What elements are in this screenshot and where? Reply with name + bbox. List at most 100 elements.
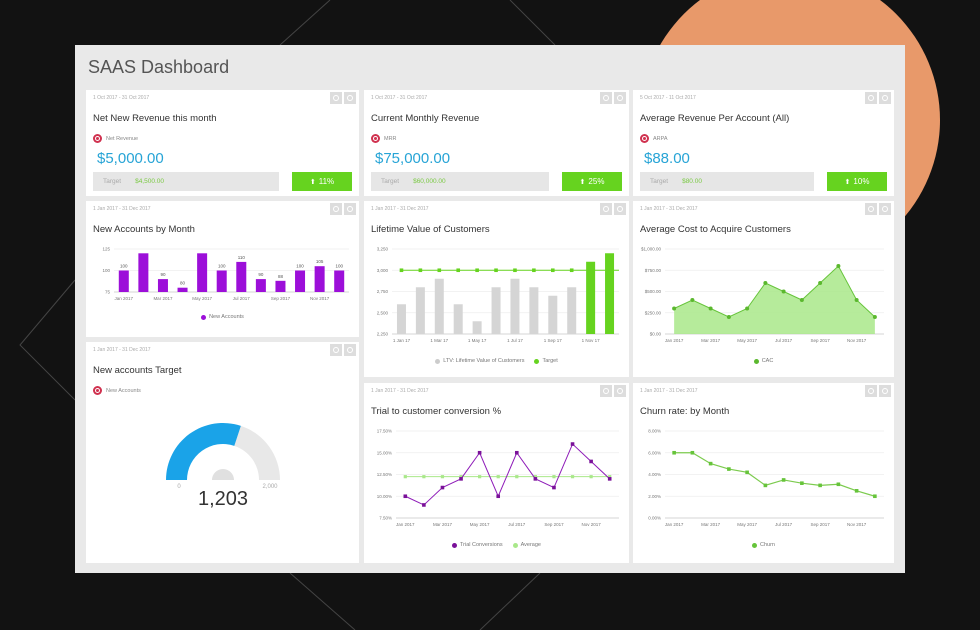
- target-point[interactable]: [513, 268, 517, 273]
- data-point[interactable]: [459, 477, 463, 481]
- gauge-needle-hub: [212, 469, 234, 480]
- bar[interactable]: [295, 270, 306, 293]
- data-point[interactable]: [745, 470, 749, 475]
- bar[interactable]: [567, 287, 577, 334]
- legend-item[interactable]: New Accounts: [201, 314, 244, 320]
- data-point[interactable]: [745, 306, 750, 311]
- average-point[interactable]: [403, 475, 407, 479]
- target-point[interactable]: [475, 268, 479, 273]
- data-point[interactable]: [781, 478, 786, 482]
- data-point[interactable]: [873, 494, 877, 499]
- bar[interactable]: [236, 261, 247, 292]
- bar[interactable]: [255, 279, 266, 292]
- target-point[interactable]: [569, 268, 574, 273]
- data-point[interactable]: [763, 483, 768, 488]
- target-point[interactable]: [418, 268, 423, 273]
- data-point[interactable]: [422, 503, 426, 507]
- x-tick-label: Nov 2017: [847, 522, 867, 527]
- data-point[interactable]: [836, 482, 841, 487]
- bar[interactable]: [396, 304, 406, 334]
- bar[interactable]: [548, 295, 558, 334]
- legend-item[interactable]: Trial Conversions: [452, 542, 503, 548]
- target-point[interactable]: [550, 268, 555, 273]
- settings-button[interactable]: [879, 92, 891, 104]
- chart-card-new-accounts: 1 Jan 2017 - 31 Dec 2017 New Accounts by …: [86, 201, 359, 337]
- bar[interactable]: [197, 253, 208, 292]
- bar[interactable]: [157, 279, 168, 292]
- data-point[interactable]: [514, 450, 519, 455]
- data-point[interactable]: [607, 477, 612, 481]
- info-button[interactable]: [865, 92, 877, 104]
- bar[interactable]: [275, 280, 286, 292]
- data-point[interactable]: [690, 298, 695, 302]
- data-point[interactable]: [403, 494, 408, 499]
- average-point[interactable]: [496, 475, 500, 479]
- settings-button[interactable]: [344, 92, 356, 104]
- data-point[interactable]: [763, 281, 768, 285]
- legend-item[interactable]: CAC: [753, 358, 774, 364]
- data-point[interactable]: [727, 467, 731, 471]
- data-point[interactable]: [690, 450, 695, 455]
- data-point[interactable]: [477, 450, 482, 455]
- data-point[interactable]: [781, 289, 786, 294]
- x-tick-label: Nov 2017: [847, 338, 867, 343]
- average-point[interactable]: [570, 475, 575, 479]
- bar[interactable]: [177, 287, 188, 292]
- data-point[interactable]: [872, 315, 877, 319]
- data-point[interactable]: [800, 481, 804, 485]
- bar[interactable]: [472, 321, 482, 334]
- info-button[interactable]: [330, 92, 342, 104]
- info-button[interactable]: [600, 92, 612, 104]
- average-point[interactable]: [440, 475, 445, 479]
- legend-item[interactable]: LTV: Lifetime Value of Customers: [435, 358, 524, 364]
- data-label: 100: [120, 264, 128, 269]
- target-label: Target: [103, 178, 122, 185]
- data-point[interactable]: [533, 477, 538, 481]
- data-point[interactable]: [440, 485, 445, 490]
- target-point[interactable]: [437, 268, 442, 273]
- data-point[interactable]: [799, 298, 804, 302]
- legend-item[interactable]: Target: [534, 358, 558, 364]
- bar[interactable]: [118, 270, 129, 293]
- bar[interactable]: [138, 253, 149, 292]
- bar[interactable]: [415, 287, 425, 334]
- data-point[interactable]: [726, 315, 731, 319]
- average-point[interactable]: [422, 475, 426, 479]
- legend-item[interactable]: Average: [512, 542, 541, 548]
- data-point[interactable]: [818, 483, 822, 488]
- data-point[interactable]: [496, 494, 501, 499]
- target-point[interactable]: [532, 268, 536, 273]
- bar[interactable]: [605, 253, 615, 334]
- target-point[interactable]: [456, 268, 461, 273]
- data-point[interactable]: [672, 450, 676, 455]
- data-point[interactable]: [708, 306, 713, 311]
- data-point[interactable]: [836, 264, 841, 268]
- average-point[interactable]: [515, 475, 519, 479]
- data-point[interactable]: [672, 306, 677, 311]
- average-point[interactable]: [589, 475, 593, 479]
- average-point[interactable]: [552, 475, 556, 479]
- bar[interactable]: [491, 287, 501, 334]
- bar[interactable]: [529, 287, 539, 334]
- data-point[interactable]: [570, 442, 575, 446]
- target-point[interactable]: [399, 268, 404, 273]
- legend-label: CAC: [761, 358, 774, 364]
- legend-marker-icon: [534, 358, 540, 364]
- bar[interactable]: [586, 261, 596, 334]
- target-point[interactable]: [494, 268, 498, 273]
- data-point[interactable]: [854, 298, 859, 302]
- data-point[interactable]: [818, 281, 823, 285]
- bar[interactable]: [334, 270, 345, 293]
- data-point[interactable]: [589, 459, 593, 464]
- legend-item[interactable]: Churn: [752, 542, 775, 548]
- bar[interactable]: [510, 278, 520, 334]
- bar[interactable]: [314, 266, 325, 292]
- average-point[interactable]: [478, 475, 482, 479]
- bar[interactable]: [453, 304, 463, 334]
- bar[interactable]: [434, 278, 444, 334]
- data-point[interactable]: [552, 485, 556, 490]
- bar[interactable]: [216, 270, 227, 293]
- data-point[interactable]: [708, 461, 713, 466]
- settings-button[interactable]: [614, 92, 626, 104]
- data-point[interactable]: [854, 489, 859, 493]
